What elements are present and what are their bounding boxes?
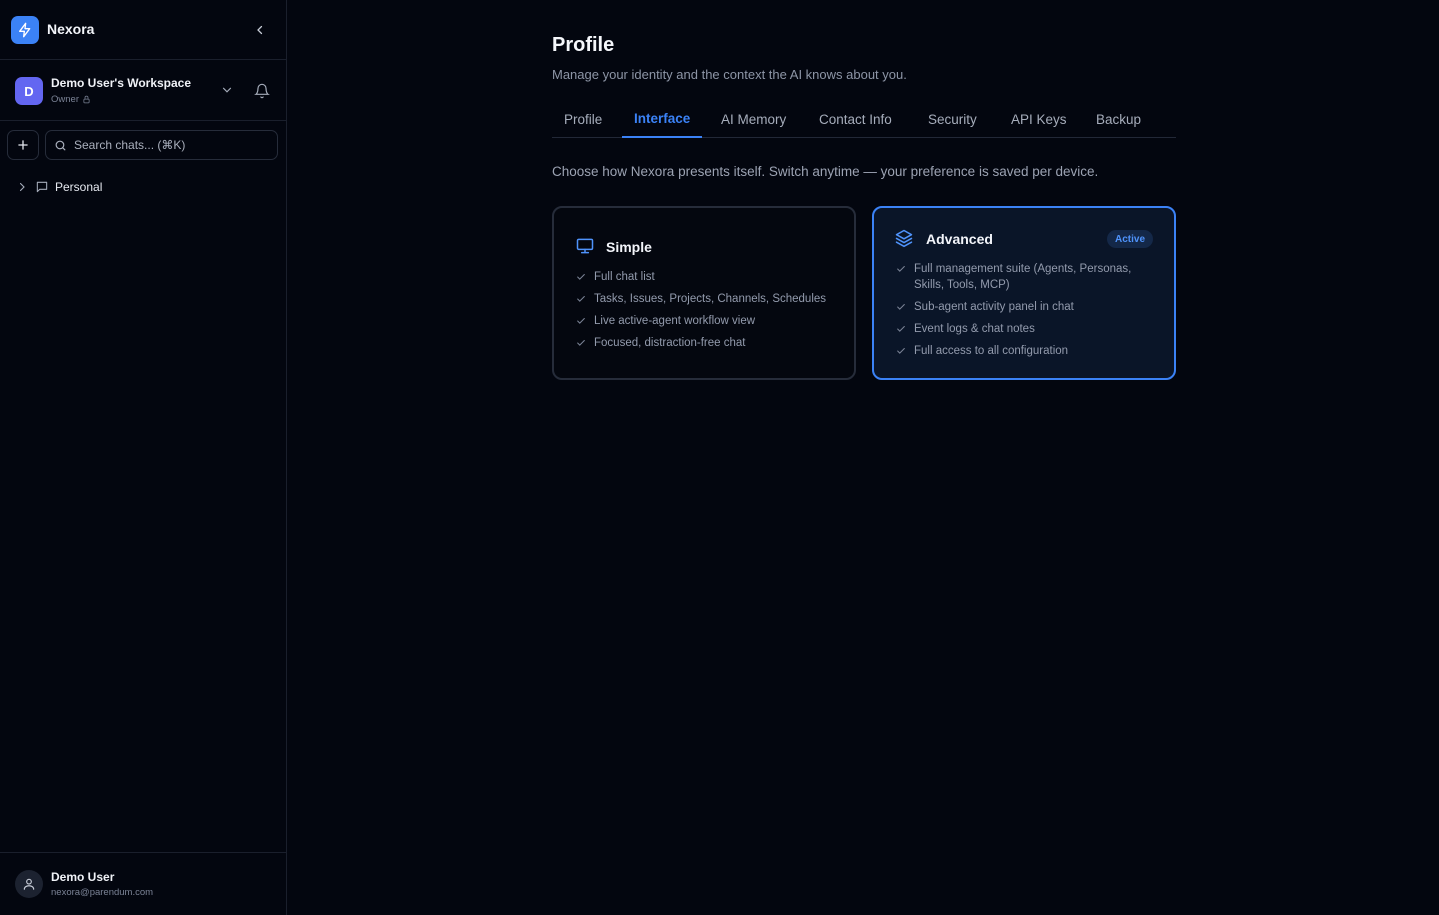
user-email: nexora@parendum.com xyxy=(51,887,154,898)
feature-text: Full management suite (Agents, Personas,… xyxy=(914,263,1132,291)
search-box[interactable] xyxy=(45,130,278,160)
feature-text: Full chat list xyxy=(594,271,655,283)
chevron-down-icon[interactable] xyxy=(220,83,234,97)
user-icon xyxy=(23,878,35,890)
feature-text: Event logs & chat notes xyxy=(914,323,1035,335)
tab-api-keys[interactable]: API Keys xyxy=(999,100,1079,138)
page-subtitle: Manage your identity and the context the… xyxy=(552,67,907,82)
tab-security[interactable]: Security xyxy=(916,100,989,138)
feature-text: Sub-agent activity panel in chat xyxy=(914,301,1074,313)
tab-interface[interactable]: Interface xyxy=(622,100,703,138)
feature-text: Live active-agent workflow view xyxy=(594,315,756,327)
tab-ai-memory[interactable]: AI Memory xyxy=(709,100,798,138)
check-icon xyxy=(897,303,905,310)
user-avatar xyxy=(15,870,43,898)
tree-item-label: Personal xyxy=(55,180,103,194)
check-icon xyxy=(897,347,905,354)
monitor-icon xyxy=(576,238,594,254)
simple-feature-item: Live active-agent workflow view xyxy=(576,313,838,329)
lightning-logo-icon xyxy=(11,16,39,44)
chevron-right-icon[interactable] xyxy=(16,181,28,193)
active-badge: Active xyxy=(1107,230,1154,248)
check-icon xyxy=(577,273,585,280)
check-icon xyxy=(577,295,585,302)
check-icon xyxy=(897,265,905,272)
check-icon xyxy=(897,325,905,332)
simple-feature-item: Tasks, Issues, Projects, Channels, Sched… xyxy=(576,291,838,307)
brand-name: Nexora xyxy=(47,21,95,37)
advanced-feature-item: Event logs & chat notes xyxy=(896,321,1158,337)
message-square-icon xyxy=(36,181,48,193)
workspace-role: Owner xyxy=(51,94,91,105)
workspace-role-label: Owner xyxy=(51,94,79,105)
advanced-feature-item: Full management suite (Agents, Personas,… xyxy=(896,261,1158,293)
brand-header: Nexora xyxy=(0,0,286,60)
plus-icon xyxy=(18,140,28,150)
collapse-sidebar-button[interactable] xyxy=(251,20,269,40)
simple-feature-item: Full chat list xyxy=(576,269,838,285)
page-title: Profile xyxy=(552,34,615,56)
tab-backup[interactable]: Backup xyxy=(1084,100,1153,138)
bell-icon[interactable] xyxy=(254,83,270,99)
user-name: Demo User xyxy=(51,870,115,884)
user-profile-footer[interactable]: Demo User nexora@parendum.com xyxy=(0,852,286,915)
advanced-feature-item: Full access to all configuration xyxy=(896,343,1158,359)
simple-mode-card[interactable]: Simple Full chat list Tasks, Issues, Pro… xyxy=(552,206,856,380)
lock-icon xyxy=(83,95,90,104)
sidebar: Nexora D Demo User's Workspace Owner Per… xyxy=(0,0,287,915)
search-icon xyxy=(55,140,66,151)
workspace-avatar: D xyxy=(15,77,43,105)
simple-mode-title: Simple xyxy=(606,239,652,255)
feature-text: Focused, distraction-free chat xyxy=(594,337,746,349)
simple-feature-item: Focused, distraction-free chat xyxy=(576,335,838,351)
new-chat-button[interactable] xyxy=(7,130,39,160)
workspace-switcher[interactable]: D Demo User's Workspace Owner xyxy=(0,61,286,121)
layers-icon xyxy=(895,229,913,248)
chevron-left-icon xyxy=(257,25,263,35)
tab-contact-info[interactable]: Contact Info xyxy=(807,100,904,138)
advanced-feature-item: Sub-agent activity panel in chat xyxy=(896,299,1158,315)
settings-tabs: Profile Interface AI Memory Contact Info… xyxy=(552,100,1176,138)
advanced-mode-title: Advanced xyxy=(926,231,993,247)
search-input[interactable] xyxy=(74,131,274,159)
tab-profile[interactable]: Profile xyxy=(552,100,614,138)
workspace-name: Demo User's Workspace xyxy=(51,76,192,90)
interface-intro-text: Choose how Nexora presents itself. Switc… xyxy=(552,164,1099,179)
check-icon xyxy=(577,339,585,346)
advanced-mode-card[interactable]: Advanced Active Full management suite (A… xyxy=(872,206,1176,380)
tree-item-personal[interactable]: Personal xyxy=(12,176,278,198)
feature-text: Tasks, Issues, Projects, Channels, Sched… xyxy=(594,293,827,305)
feature-text: Full access to all configuration xyxy=(914,345,1069,357)
check-icon xyxy=(577,317,585,324)
